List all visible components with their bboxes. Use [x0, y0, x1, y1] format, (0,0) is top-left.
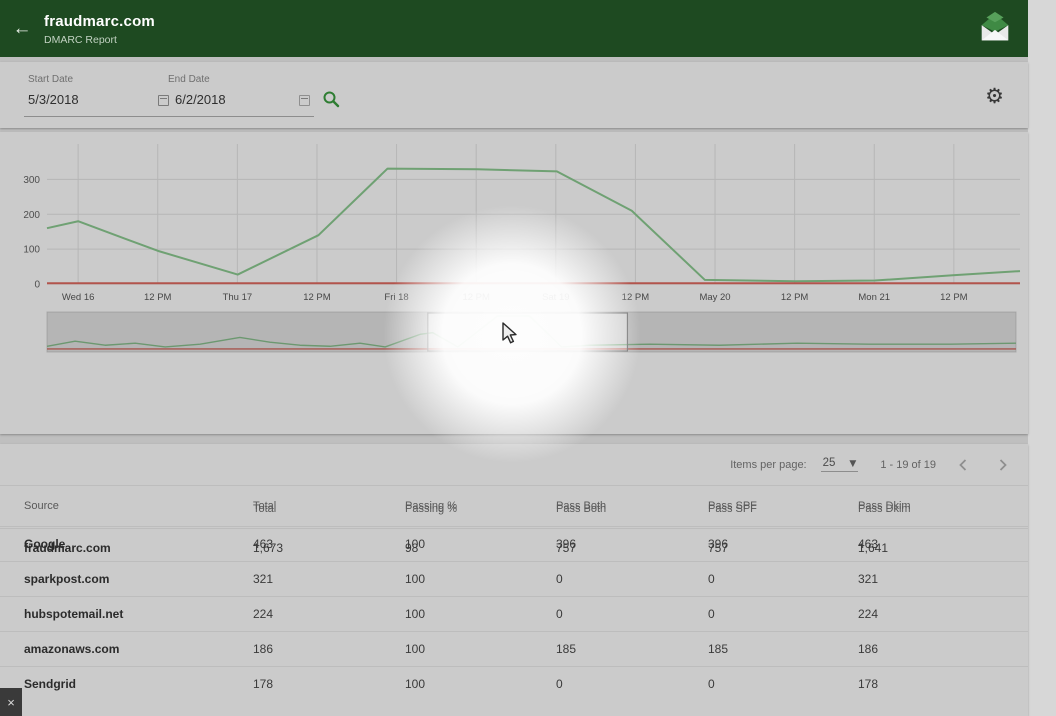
next-page-button[interactable]: [990, 452, 1016, 478]
start-date-input[interactable]: [28, 92, 138, 107]
cell-pass-both: 0: [556, 607, 708, 621]
cell-total: 224: [253, 607, 405, 621]
page-title: fraudmarc.com: [44, 13, 1028, 30]
sources-card: Items per page: 25 ▼ 1 - 19 of 19: [0, 444, 1028, 716]
screen: ← fraudmarc.com DMARC Report Start Date …: [0, 0, 1056, 716]
cell-pass-spf: 0: [708, 607, 858, 621]
caret-down-icon: ▼: [849, 459, 856, 469]
summary-pass-dkim: 1,641: [858, 541, 1028, 555]
summary-pass-both: 757: [556, 541, 708, 555]
date-field-underline: [24, 116, 314, 117]
svg-text:100: 100: [23, 245, 40, 256]
items-per-page-value: 25: [823, 457, 836, 469]
cell-total: 178: [253, 677, 405, 691]
paginator: Items per page: 25 ▼ 1 - 19 of 19: [0, 444, 1028, 486]
source-name: amazonaws.com: [24, 642, 253, 656]
app-window: ← fraudmarc.com DMARC Report Start Date …: [0, 0, 1028, 716]
cell-pass-dkim: 321: [858, 572, 1028, 586]
summary-passing: 98: [405, 541, 556, 555]
close-overlay-button[interactable]: ×: [0, 688, 22, 716]
cell-pass-spf: 185: [708, 642, 858, 656]
cell-passing: 100: [405, 642, 556, 656]
filter-panel: Start Date End Date ⚙: [0, 62, 1028, 128]
table-row[interactable]: hubspotemail.net 224 100 0 0 224: [0, 596, 1028, 631]
end-date-input[interactable]: [175, 92, 285, 107]
cell-pass-both: 0: [556, 677, 708, 691]
previous-page-button[interactable]: [950, 452, 976, 478]
cell-pass-dkim: 178: [858, 677, 1028, 691]
svg-text:May 20: May 20: [699, 292, 730, 303]
svg-text:Fri 18: Fri 18: [384, 292, 408, 303]
svg-text:12 PM: 12 PM: [462, 292, 490, 303]
table-row[interactable]: Sendgrid 178 100 0 0 178: [0, 666, 1028, 701]
svg-text:300: 300: [23, 175, 40, 186]
table-row[interactable]: sparkpost.com 321 100 0 0 321: [0, 561, 1028, 596]
paginator-range: 1 - 19 of 19: [880, 459, 936, 471]
source-name: sparkpost.com: [24, 572, 253, 586]
summary-pass-spf: 757: [708, 541, 858, 555]
chart-overview-brush[interactable]: [47, 310, 1016, 354]
svg-text:Wed 16: Wed 16: [62, 292, 95, 303]
svg-text:Mon 21: Mon 21: [858, 292, 890, 303]
back-arrow-icon[interactable]: ←: [0, 18, 44, 40]
chevron-right-icon: [999, 459, 1007, 471]
svg-text:12 PM: 12 PM: [781, 292, 809, 303]
settings-gear-icon[interactable]: ⚙: [985, 84, 1004, 108]
svg-text:0: 0: [34, 280, 40, 291]
chart-card: 0 100 200 300 Wed 16 12 PM Thu 17 12 PM Fri 18 12…: [0, 132, 1028, 434]
search-icon[interactable]: [322, 90, 340, 108]
cell-pass-both: 185: [556, 642, 708, 656]
summary-table-row[interactable]: fraudmarc.com 1,673 98 757 757 1,641: [0, 528, 1028, 566]
svg-text:12 PM: 12 PM: [144, 292, 172, 303]
cell-total: 321: [253, 572, 405, 586]
cell-pass-both: 0: [556, 572, 708, 586]
summary-col-passing: Passing %: [405, 503, 556, 515]
svg-text:12 PM: 12 PM: [303, 292, 331, 303]
summary-col-pass-spf: Pass SPF: [708, 503, 858, 515]
start-date-label: Start Date: [28, 74, 73, 85]
summary-col-total: Total: [253, 503, 405, 515]
svg-text:200: 200: [23, 210, 40, 221]
header-titles: fraudmarc.com DMARC Report: [44, 11, 1028, 46]
svg-text:Thu 17: Thu 17: [223, 292, 253, 303]
fraudmarc-envelope-logo: [976, 9, 1014, 47]
cell-pass-spf: 0: [708, 572, 858, 586]
source-name: hubspotemail.net: [24, 607, 253, 621]
page-subtitle: DMARC Report: [44, 34, 1028, 46]
cell-passing: 100: [405, 572, 556, 586]
mouse-cursor-icon: [500, 322, 520, 346]
end-date-label: End Date: [168, 74, 210, 85]
svg-text:12 PM: 12 PM: [940, 292, 968, 303]
chevron-left-icon: [959, 459, 967, 471]
app-header: ← fraudmarc.com DMARC Report: [0, 0, 1028, 57]
table-row[interactable]: amazonaws.com 186 100 185 185 186: [0, 631, 1028, 666]
cell-passing: 100: [405, 677, 556, 691]
svg-text:12 PM: 12 PM: [622, 292, 650, 303]
cell-pass-dkim: 186: [858, 642, 1028, 656]
calendar-icon[interactable]: [158, 95, 169, 106]
cell-total: 186: [253, 642, 405, 656]
summary-col-pass-dkim: Pass Dkim: [858, 503, 1028, 515]
items-per-page-label: Items per page:: [730, 459, 806, 471]
source-name: Sendgrid: [24, 677, 253, 691]
summary-total: 1,673: [253, 541, 405, 555]
summary-table-header: Total Passing % Pass Both Pass SPF Pass …: [0, 490, 1028, 528]
items-per-page-select[interactable]: 25 ▼: [821, 457, 859, 472]
cell-pass-spf: 0: [708, 677, 858, 691]
summary-domain-label: fraudmarc.com: [24, 541, 253, 555]
cell-pass-dkim: 224: [858, 607, 1028, 621]
summary-col-pass-both: Pass Both: [556, 503, 708, 515]
svg-text:Sat 19: Sat 19: [542, 292, 569, 303]
cell-passing: 100: [405, 607, 556, 621]
calendar-toggle-icon[interactable]: [299, 95, 310, 106]
